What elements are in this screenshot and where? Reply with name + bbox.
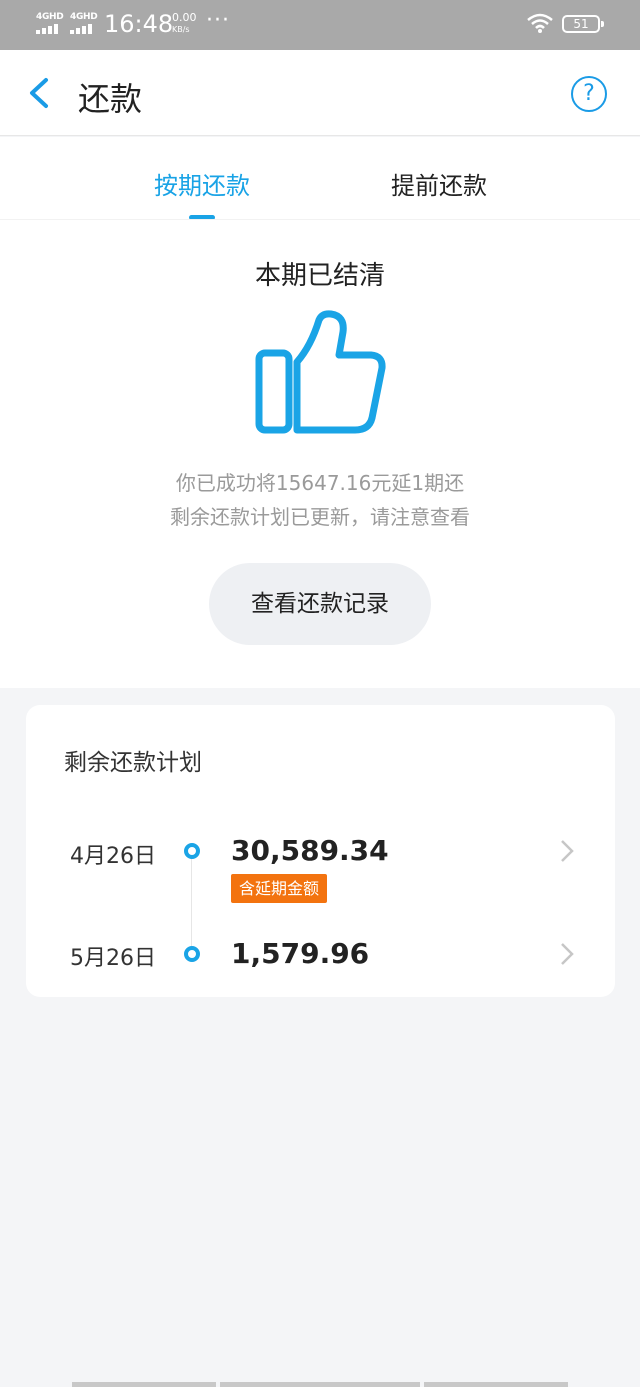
status-bar: 4GHD 4GHD 16:48 0.00 KB/s ··· 51: [0, 0, 640, 50]
signal-icon: 4GHD: [70, 12, 98, 34]
home-indicator: [220, 1382, 420, 1387]
chevron-right-icon[interactable]: [560, 942, 574, 966]
help-icon[interactable]: ?: [571, 76, 607, 112]
chevron-right-icon[interactable]: [560, 839, 574, 863]
page-title: 还款: [78, 80, 143, 118]
tab-early-repayment[interactable]: 提前还款: [391, 166, 487, 201]
tab-divider: [0, 219, 640, 220]
timeline-dot: [184, 946, 200, 962]
net-speed-unit: KB/s: [172, 25, 190, 34]
deferred-amount-badge: 含延期金额: [231, 874, 328, 903]
home-indicator: [424, 1382, 568, 1387]
view-repayment-records-button[interactable]: 查看还款记录: [209, 563, 431, 645]
nav-bar: 还款 ?: [0, 50, 640, 136]
status-section: 按期还款 提前还款 本期已结清 你已成功将15647.16元延1期还 剩余还款计…: [0, 137, 640, 688]
plan-row-date: 4月26日: [70, 844, 156, 869]
status-message-line2: 剩余还款计划已更新，请注意查看: [170, 505, 470, 529]
tab-scheduled-repayment[interactable]: 按期还款: [154, 166, 250, 201]
home-indicator: [72, 1382, 216, 1387]
sim2-label: 4GHD: [70, 12, 98, 22]
plan-row-amount: 1,579.96: [231, 937, 370, 970]
sim1-label: 4GHD: [36, 12, 64, 22]
status-message-line1: 你已成功将15647.16元延1期还: [175, 471, 465, 495]
net-speed: 0.00 KB/s: [172, 12, 197, 36]
plan-row-amount: 30,589.34: [231, 834, 389, 867]
clock: 16:48: [104, 10, 174, 38]
thumbs-up-icon: [255, 310, 386, 434]
net-speed-value: 0.00: [172, 11, 197, 24]
status-title: 本期已结清: [254, 261, 385, 291]
remaining-plan-card: 剩余还款计划 4月26日 30,589.34 含延期金额 5月26日 1,579…: [26, 705, 615, 997]
signal-icon: 4GHD: [36, 12, 64, 34]
back-arrow-icon[interactable]: [22, 72, 58, 114]
more-notifications-icon: ···: [206, 8, 230, 33]
timeline-line: [191, 855, 192, 951]
battery-icon: 51: [562, 15, 604, 33]
plan-row-date: 5月26日: [70, 946, 156, 971]
timeline-dot: [184, 843, 200, 859]
plan-row[interactable]: 5月26日 1,579.96: [26, 705, 615, 971]
wifi-icon: [527, 13, 553, 33]
